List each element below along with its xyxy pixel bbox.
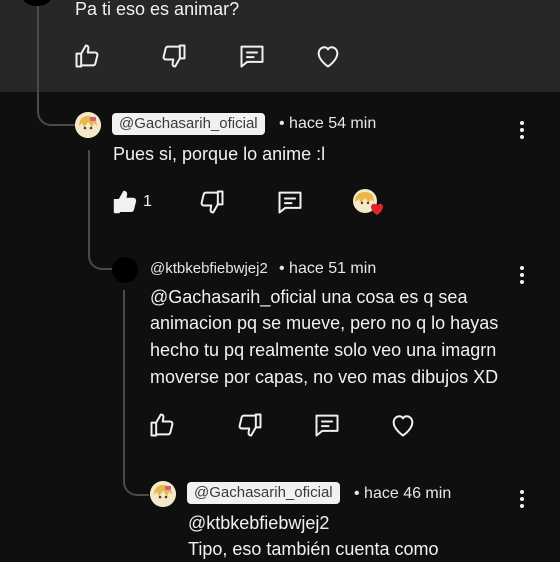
thread-line-curve — [88, 240, 114, 270]
comment-text-line: Tipo, eso también cuenta como — [188, 539, 439, 559]
author-handle[interactable]: @ktbkebfiebwjej2 — [150, 260, 268, 277]
thread-line — [37, 0, 39, 110]
heart-icon[interactable] — [314, 42, 342, 70]
more-options-icon[interactable] — [518, 266, 526, 288]
heart-icon[interactable] — [389, 411, 417, 439]
author-handle[interactable]: @Gachasarih_oficial — [187, 482, 340, 504]
avatar[interactable] — [112, 257, 138, 283]
thread-line — [123, 290, 125, 470]
comment-text-line: moverse por capas, no veo mas dibujos XD — [150, 367, 499, 387]
author-handle[interactable]: @Gachasarih_oficial — [112, 113, 265, 135]
more-options-icon[interactable] — [518, 490, 526, 512]
dislike-icon[interactable] — [160, 42, 188, 70]
comment-text-line: @ktbkebfiebwjej2 — [188, 513, 330, 533]
creator-heart-badge — [352, 188, 386, 218]
comment-text: Pues si, porque lo anime :l — [113, 144, 326, 164]
dislike-icon[interactable] — [198, 188, 226, 216]
thread-line-curve — [123, 464, 149, 496]
comment-text: Pa ti eso es animar? — [75, 0, 240, 19]
avatar[interactable] — [150, 481, 176, 507]
timestamp: • hace 46 min — [354, 485, 452, 502]
avatar[interactable] — [75, 112, 101, 138]
comment-text-line: hecho tu pq realmente solo veo una imagr… — [150, 340, 497, 360]
comment-text-line: @Gachasarih_oficial una cosa es q sea — [150, 287, 468, 307]
like-icon[interactable] — [73, 42, 101, 70]
like-count: 1 — [143, 193, 152, 210]
thread-line — [88, 150, 90, 250]
dislike-icon[interactable] — [236, 411, 264, 439]
like-icon-filled[interactable] — [111, 188, 139, 216]
reply-icon[interactable] — [313, 411, 341, 439]
timestamp: • hace 54 min — [279, 115, 377, 132]
more-options-icon[interactable] — [518, 121, 526, 143]
comment-text-line: animacion pq se mueve, pero no q lo haya… — [150, 313, 499, 333]
reply-icon[interactable] — [276, 188, 304, 216]
thread-line-curve — [37, 96, 75, 126]
timestamp: • hace 51 min — [279, 260, 377, 277]
reply-icon[interactable] — [238, 42, 266, 70]
like-icon[interactable] — [148, 411, 176, 439]
